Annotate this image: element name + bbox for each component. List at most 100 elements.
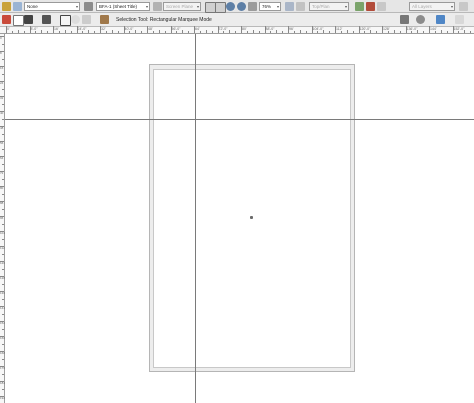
ruler-minor-tick <box>111 30 113 33</box>
projection-icon[interactable] <box>296 2 305 11</box>
ruler-minor-tick <box>276 30 278 33</box>
ruler-minor-tick <box>2 58 4 60</box>
rectangle-marquee-icon[interactable] <box>60 15 71 26</box>
ruler-minor-tick <box>135 30 137 33</box>
ruler-minor-tick <box>340 31 342 33</box>
ruler-minor-tick <box>364 31 366 33</box>
chevron-down-icon: ▾ <box>196 4 199 9</box>
ruler-minor-tick <box>141 31 143 33</box>
ruler-minor-tick <box>346 30 348 33</box>
zoom-out-icon[interactable] <box>226 2 235 11</box>
view-select-value: BFA-1 (Sheet Title) <box>99 4 138 9</box>
ruler-label: 112' <box>336 27 343 31</box>
render-select[interactable]: Top/Plan ▾ <box>309 2 349 11</box>
render-mode-icon[interactable] <box>285 2 294 11</box>
ruler-label: 8'-0" <box>30 27 38 31</box>
ruler-minor-tick <box>229 30 231 33</box>
ruler-label: 64' <box>195 27 200 31</box>
ruler-minor-tick <box>317 31 319 33</box>
fit-page-icon[interactable] <box>215 2 226 13</box>
plane-icon[interactable] <box>153 2 162 11</box>
class-select-value: None <box>27 4 38 9</box>
flyover-icon[interactable] <box>366 2 375 11</box>
ruler-minor-tick <box>470 31 472 33</box>
ruler-minor-tick <box>293 31 295 33</box>
ruler-minor-tick <box>411 31 413 33</box>
ruler-minor-tick <box>305 31 307 33</box>
ruler-minor-tick <box>246 31 248 33</box>
class-select[interactable]: None ▾ <box>24 2 80 11</box>
ruler-minor-tick <box>2 268 4 270</box>
pan-hand-icon[interactable] <box>13 2 22 11</box>
ruler-label: 80 <box>0 186 4 190</box>
ruler-minor-tick <box>2 253 4 255</box>
ruler-minor-tick <box>2 163 4 165</box>
ruler-minor-tick <box>2 73 4 75</box>
ruler-label: 88 <box>0 201 4 205</box>
ruler-label: 24 <box>0 81 4 85</box>
chevron-down-icon: ▾ <box>145 4 148 9</box>
ruler-minor-tick <box>35 31 37 33</box>
ruler-minor-tick <box>94 31 96 33</box>
ruler-label: 72'-0" <box>218 27 228 31</box>
zoom-field[interactable]: 76% ▾ <box>259 2 281 11</box>
zoom-in-icon[interactable] <box>237 2 246 11</box>
ruler-label: 128' <box>383 27 390 31</box>
saved-view-icon[interactable] <box>377 2 386 11</box>
standard-view-icon[interactable] <box>355 2 364 11</box>
ruler-minor-tick <box>2 223 4 225</box>
ruler-minor-tick <box>299 30 301 33</box>
ruler-label: 88'-0" <box>265 27 275 31</box>
chevron-down-icon: ▾ <box>450 4 453 9</box>
ruler-minor-tick <box>2 373 4 375</box>
polygon-marquee-icon[interactable] <box>82 15 91 24</box>
center-mark <box>250 216 253 219</box>
ruler-minor-tick <box>23 31 25 33</box>
ruler-minor-tick <box>2 208 4 210</box>
ruler-minor-tick <box>47 31 49 33</box>
ruler-label: 144' <box>430 27 437 31</box>
layers-select[interactable]: All Layers ▾ <box>409 2 455 11</box>
horizontal-guide-line[interactable] <box>5 119 474 120</box>
plane-select[interactable]: Screen Plane ▾ <box>163 2 201 11</box>
ruler-minor-tick <box>2 343 4 345</box>
ruler-label: 48 <box>0 126 4 130</box>
vertical-guide-line[interactable] <box>195 34 196 403</box>
pencil-icon[interactable] <box>13 15 24 26</box>
class-icon[interactable] <box>2 2 11 11</box>
ruler-minor-tick <box>88 30 90 33</box>
ruler-label: 56'-0" <box>171 27 181 31</box>
ruler-label: 40 <box>0 111 4 115</box>
ruler-label: 120'-0" <box>359 27 371 31</box>
dual-pencil-icon[interactable] <box>24 15 33 24</box>
ruler-minor-tick <box>2 358 4 360</box>
layers-icon[interactable] <box>84 2 93 11</box>
mode-status-text: Selection Tool: Rectangular Marquee Mode <box>116 17 212 23</box>
chevron-down-icon: ▾ <box>344 4 347 9</box>
view-select[interactable]: BFA-1 (Sheet Title) ▾ <box>96 2 150 11</box>
page-icon[interactable] <box>455 15 464 24</box>
ruler-minor-tick <box>2 43 4 45</box>
ruler-minor-tick <box>182 30 184 33</box>
layer-options-icon[interactable] <box>459 2 468 11</box>
ruler-minor-tick <box>329 31 331 33</box>
ruler-minor-tick <box>252 30 254 33</box>
ruler-minor-tick <box>376 31 378 33</box>
ruler-minor-tick <box>188 31 190 33</box>
ruler-minor-tick <box>464 30 466 33</box>
attributes-icon[interactable] <box>436 15 445 24</box>
horizontal-ruler[interactable]: 0' 8'-0" 16' 24'-0" 32' 40'-0" 48' 56'-0" 64' 72'… <box>0 26 474 34</box>
eyedropper-icon[interactable] <box>100 15 109 24</box>
paint-bucket-icon[interactable] <box>2 15 11 24</box>
chevron-down-icon: ▾ <box>276 4 279 9</box>
gear-icon[interactable] <box>416 15 425 24</box>
ruler-minor-tick <box>2 238 4 240</box>
selection-tool-icon[interactable] <box>42 15 51 24</box>
ruler-minor-tick <box>399 31 401 33</box>
ruler-minor-tick <box>2 283 4 285</box>
zoom-area-icon[interactable] <box>248 2 257 11</box>
ruler-minor-tick <box>235 31 237 33</box>
lasso-icon[interactable] <box>71 15 80 24</box>
snapping-icon[interactable] <box>400 15 409 24</box>
ruler-minor-tick <box>282 31 284 33</box>
